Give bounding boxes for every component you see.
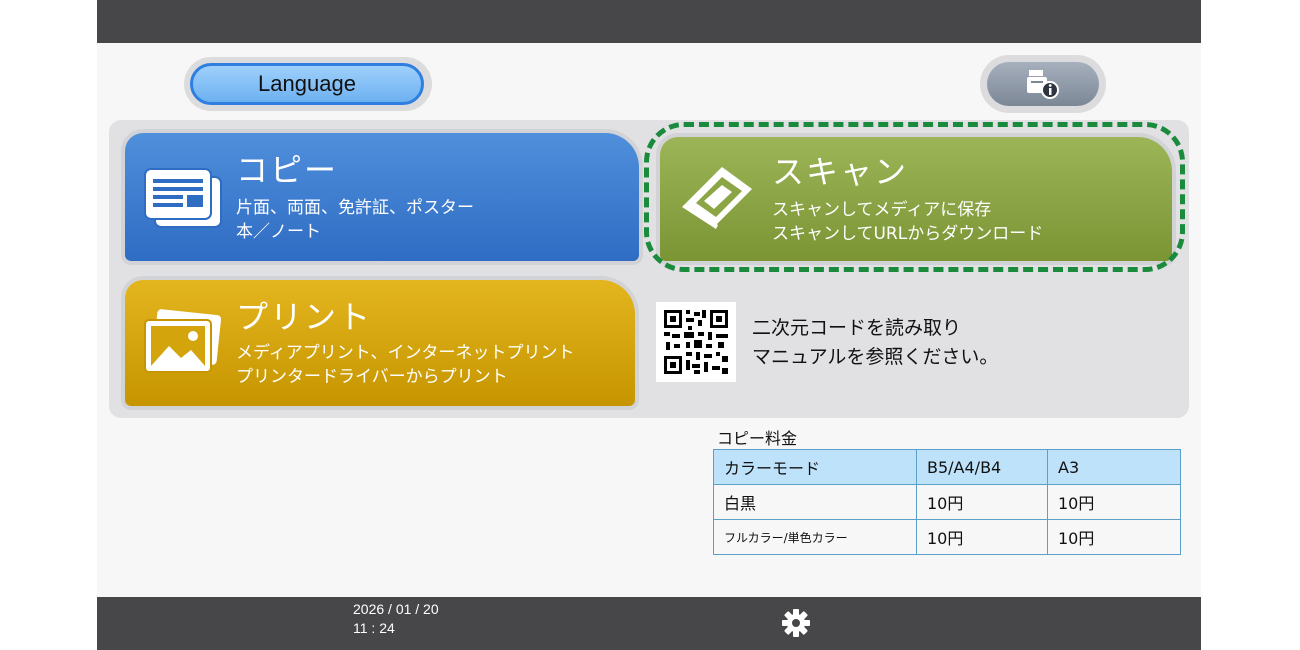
fee-price-cell: 10円: [1047, 484, 1181, 520]
kiosk-screen: Language コピー 片面、両面、免許証、ポスター 本／ノート スキャン ス…: [97, 0, 1201, 650]
gear-icon[interactable]: [780, 607, 812, 639]
table-row: 白黒 10円 10円: [713, 484, 1181, 520]
copy-line-2: 本／ノート: [236, 222, 321, 242]
copy-line-1: 片面、両面、免許証、ポスター: [236, 198, 474, 218]
copy-title: コピー: [236, 151, 339, 189]
fee-mode-cell: フルカラー/単色カラー: [713, 519, 917, 555]
scan-selection-highlight: [644, 122, 1185, 272]
print-line-2: プリンタードライバーからプリント: [236, 367, 508, 387]
table-row: フルカラー/単色カラー 10円 10円: [713, 519, 1181, 555]
fee-header-mode: カラーモード: [713, 449, 917, 485]
fee-price-cell: 10円: [1047, 519, 1181, 555]
bottom-bar: [97, 597, 1201, 650]
qr-code-image: [664, 310, 728, 374]
language-label: Language: [258, 71, 356, 96]
document-stack-icon: [144, 168, 222, 228]
top-bar: [97, 0, 1201, 43]
qr-code: [656, 302, 736, 382]
copy-fee-table: カラーモード B5/A4/B4 A3 白黒 10円 10円 フルカラー/単色カラ…: [713, 449, 1181, 555]
copy-tile[interactable]: コピー 片面、両面、免許証、ポスター 本／ノート: [125, 133, 639, 261]
fee-header-a3: A3: [1047, 449, 1181, 485]
qr-instruction-line-1: 二次元コードを読み取り: [752, 317, 962, 339]
language-button[interactable]: Language: [190, 63, 424, 105]
machine-info-button[interactable]: [987, 62, 1099, 106]
fee-mode-cell: 白黒: [713, 484, 917, 520]
print-title: プリント: [236, 298, 373, 336]
copy-fee-title: コピー料金: [717, 429, 798, 448]
fee-price-cell: 10円: [916, 484, 1048, 520]
fee-header-b5a4b4: B5/A4/B4: [916, 449, 1048, 485]
print-tile[interactable]: プリント メディアプリント、インターネットプリント プリンタードライバーからプリ…: [125, 280, 635, 406]
time-display: 11 : 24: [353, 620, 395, 636]
photo-icon: [144, 309, 222, 373]
date-display: 2026 / 01 / 20: [353, 601, 439, 617]
qr-instruction-line-2: マニュアルを参照ください。: [752, 346, 999, 368]
print-line-1: メディアプリント、インターネットプリント: [236, 343, 575, 363]
machine-info-icon: [1027, 70, 1059, 99]
fee-header-row: カラーモード B5/A4/B4 A3: [713, 449, 1181, 485]
fee-price-cell: 10円: [916, 519, 1048, 555]
